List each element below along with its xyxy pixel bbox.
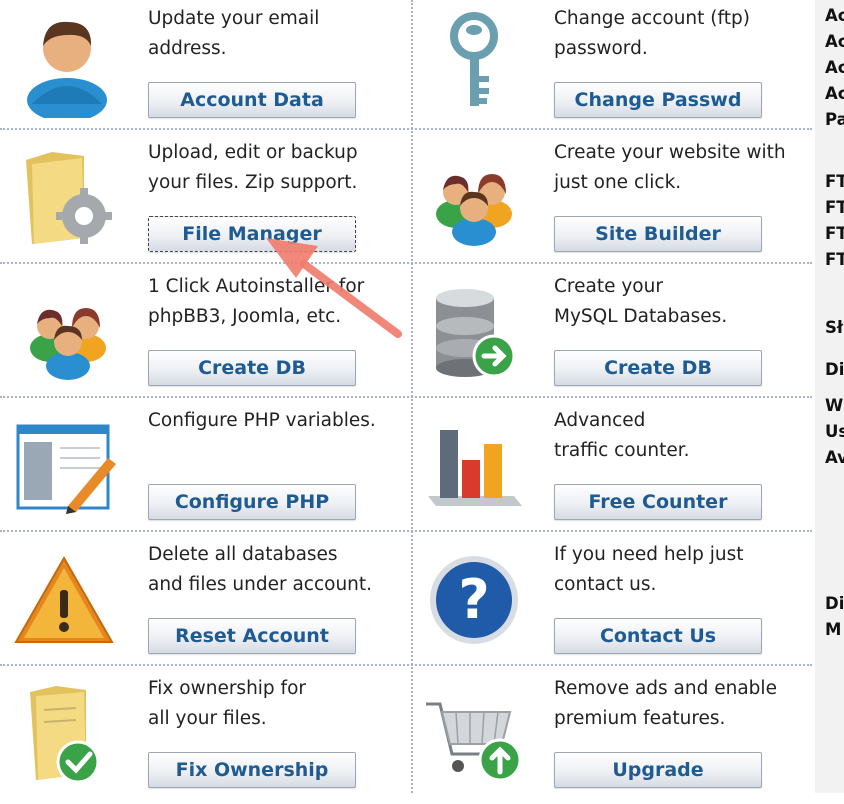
- description-line: all your files.: [148, 708, 267, 729]
- info-label: Ac: [825, 58, 844, 77]
- database-icon: [436, 289, 516, 378]
- description-line: 1 Click Autoinstaller for: [148, 276, 365, 297]
- info-label: FT: [825, 172, 844, 191]
- description-line: premium features.: [554, 708, 726, 729]
- row-divider: [0, 396, 812, 398]
- account-data-button[interactable]: Account Data: [148, 82, 356, 118]
- cart-upload-icon: [426, 702, 522, 782]
- description-line: password.: [554, 38, 648, 59]
- description-line: Update your email: [148, 8, 320, 29]
- description-line: address.: [148, 38, 227, 59]
- upgrade-cell: Remove ads and enable premium features. …: [406, 670, 810, 804]
- upgrade-button[interactable]: Upgrade: [554, 752, 762, 788]
- description-line: contact us.: [554, 574, 657, 595]
- description-line: If you need help just: [554, 544, 744, 565]
- info-label: FT: [825, 224, 844, 243]
- right-info-panel: Ac Ac Ac Ac Pa FT FT FT FT Sł Di W Us Av…: [815, 0, 844, 793]
- info-label: Pa: [825, 110, 844, 129]
- free-counter-button[interactable]: Free Counter: [554, 484, 762, 520]
- autoinstaller-create-db-button[interactable]: Create DB: [148, 350, 356, 386]
- free-counter-cell: Advanced traffic counter. Free Counter: [406, 402, 810, 536]
- info-label: FT: [825, 250, 844, 269]
- key-icon: [450, 12, 498, 106]
- reset-account-button[interactable]: Reset Account: [148, 618, 356, 654]
- user-icon: [27, 21, 107, 118]
- info-label: Us: [825, 422, 844, 441]
- change-password-description: Change account (ftp) password.: [554, 4, 816, 64]
- description-line: traffic counter.: [554, 440, 690, 461]
- fix-ownership-button[interactable]: Fix Ownership: [148, 752, 356, 788]
- file-manager-cell: Upload, edit or backup your files. Zip s…: [0, 134, 404, 268]
- description-line: just one click.: [554, 172, 682, 193]
- fix-ownership-cell: Fix ownership for all your files. Fix Ow…: [0, 670, 404, 804]
- description-line: and files under account.: [148, 574, 373, 595]
- info-label: Di: [825, 360, 844, 379]
- contact-us-button[interactable]: Contact Us: [554, 618, 762, 654]
- row-divider: [0, 262, 812, 264]
- contact-us-cell: ? If you need help just contact us. Cont…: [406, 536, 810, 670]
- info-label: Di: [825, 594, 844, 613]
- change-password-cell: Change account (ftp) password. Change Pa…: [406, 0, 810, 134]
- site-builder-description: Create your website with just one click.: [554, 138, 816, 198]
- description-line: Create your website with: [554, 142, 786, 163]
- mysql-databases-cell: Create your MySQL Databases. Create DB: [406, 268, 810, 402]
- info-label: M: [825, 620, 842, 639]
- people-icon: [30, 308, 106, 380]
- free-counter-description: Advanced traffic counter.: [554, 406, 816, 466]
- info-label: FT: [825, 198, 844, 217]
- bar-chart-icon: [428, 430, 522, 506]
- autoinstaller-description: 1 Click Autoinstaller for phpBB3, Joomla…: [148, 272, 410, 332]
- description-line: Upload, edit or backup: [148, 142, 358, 163]
- description-line: Delete all databases: [148, 544, 338, 565]
- info-label: Ac: [825, 32, 844, 51]
- description-line: Fix ownership for: [148, 678, 306, 699]
- description-line: Advanced: [554, 410, 646, 431]
- account-data-description: Update your email address.: [148, 4, 410, 64]
- site-builder-cell: Create your website with just one click.…: [406, 134, 810, 268]
- configure-php-description: Configure PHP variables.: [148, 406, 410, 436]
- row-divider: [0, 664, 812, 666]
- info-label: W: [825, 396, 844, 415]
- upgrade-description: Remove ads and enable premium features.: [554, 674, 816, 734]
- contact-us-description: If you need help just contact us.: [554, 540, 816, 600]
- svg-text:?: ?: [458, 568, 489, 631]
- reset-account-description: Delete all databases and files under acc…: [148, 540, 410, 600]
- description-line: phpBB3, Joomla, etc.: [148, 306, 342, 327]
- site-builder-button[interactable]: Site Builder: [554, 216, 762, 252]
- file-manager-button[interactable]: File Manager: [148, 216, 356, 252]
- description-line: your files. Zip support.: [148, 172, 358, 193]
- description-line: Remove ads and enable: [554, 678, 777, 699]
- control-panel-grid: Update your email address. Account Data …: [0, 0, 812, 793]
- configure-php-button[interactable]: Configure PHP: [148, 484, 356, 520]
- help-icon: ?: [430, 556, 518, 644]
- description-line: MySQL Databases.: [554, 306, 728, 327]
- mysql-create-db-button[interactable]: Create DB: [554, 350, 762, 386]
- change-password-button[interactable]: Change Passwd: [554, 82, 762, 118]
- mysql-databases-description: Create your MySQL Databases.: [554, 272, 816, 332]
- account-data-cell: Update your email address. Account Data: [0, 0, 404, 134]
- column-divider: [411, 0, 413, 793]
- description-line: Configure PHP variables.: [148, 410, 376, 431]
- reset-account-cell: Delete all databases and files under acc…: [0, 536, 404, 670]
- configure-php-cell: Configure PHP variables. Configure PHP: [0, 402, 404, 536]
- row-divider: [0, 530, 812, 532]
- row-divider: [0, 128, 812, 130]
- info-label: Sł: [825, 318, 844, 337]
- description-line: Change account (ftp): [554, 8, 750, 29]
- warning-icon: [14, 555, 114, 643]
- file-manager-description: Upload, edit or backup your files. Zip s…: [148, 138, 410, 198]
- fix-ownership-description: Fix ownership for all your files.: [148, 674, 410, 734]
- info-label: Ac: [825, 84, 844, 103]
- folder-check-icon: [30, 686, 100, 784]
- info-label: Av: [825, 448, 844, 467]
- folder-gear-icon: [26, 152, 112, 244]
- info-label: Ac: [825, 6, 844, 25]
- people-icon: [436, 174, 512, 246]
- description-line: Create your: [554, 276, 663, 297]
- edit-window-icon: [16, 424, 116, 514]
- autoinstaller-cell: 1 Click Autoinstaller for phpBB3, Joomla…: [0, 268, 404, 402]
